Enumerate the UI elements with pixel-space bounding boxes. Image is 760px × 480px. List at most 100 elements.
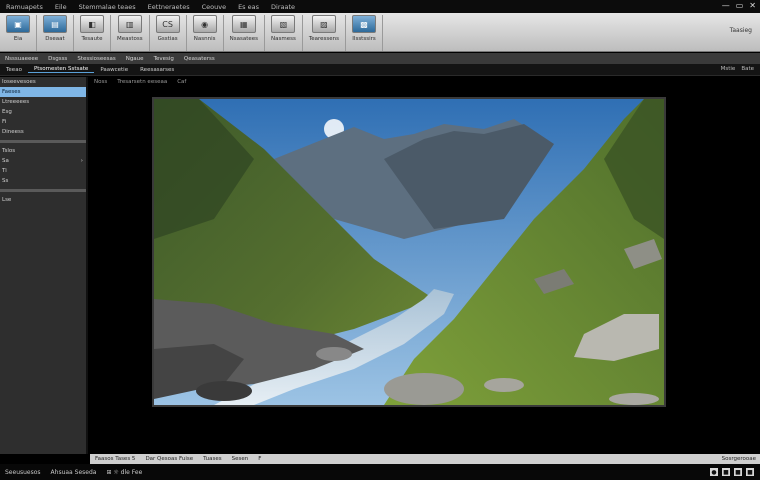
tab-active[interactable]: Ptsomesten Sstsate <box>27 66 95 73</box>
caption-item: Noss <box>94 79 108 85</box>
status-icon-2[interactable]: ■ <box>722 468 730 476</box>
panel-divider <box>0 189 86 192</box>
panel-row[interactable]: Ss <box>0 176 86 186</box>
menu-item-edit[interactable]: Eile <box>49 3 73 11</box>
ribbon-button-7[interactable]: ▦ <box>231 15 256 33</box>
timeline-bar: Faasos Tases 5 Dar Qesoas Fuise Tuases S… <box>90 454 760 464</box>
timeline-right-label: Sosrgerooae <box>721 456 756 462</box>
panel-row-label: Faeses <box>2 89 21 95</box>
ribbon-group: ◉ Nasnnis <box>187 15 224 51</box>
timeline-item[interactable]: Faasos Tases 5 <box>90 456 140 462</box>
timeline-item[interactable]: Dar Qesoas Fuise <box>140 456 198 462</box>
panel-row-label: Tslos <box>2 148 16 154</box>
panel-row[interactable]: Lse <box>0 195 86 205</box>
ribbon-button-1[interactable]: ▣ <box>6 15 30 33</box>
ribbon-group: ▣ Eia <box>0 15 37 51</box>
panel-row[interactable]: Ti <box>0 166 86 176</box>
option-item[interactable]: Tevesig <box>149 56 179 62</box>
ribbon-group: ◧ Tesaute <box>74 15 111 51</box>
status-item: Ahsuaa Seseda <box>50 468 97 476</box>
panel-row[interactable]: Sa › <box>0 156 86 166</box>
option-item[interactable]: Nsssuaeeee <box>0 56 43 62</box>
panel-row-label: Dineess <box>2 129 24 135</box>
menu-item-layer[interactable]: Ceouve <box>196 3 232 11</box>
panel-row-label: Sa <box>2 158 9 164</box>
document-tabs: Teeao Ptsomesten Sstsate Paawcetie Reesa… <box>0 64 760 76</box>
viewport-caption: Noss Tresarsetn eeseaa Caf <box>94 79 186 85</box>
ribbon-button-3[interactable]: ◧ <box>80 15 104 33</box>
panel-row[interactable]: Tslos <box>0 146 86 156</box>
option-item[interactable]: Dsgsss <box>43 56 72 62</box>
options-bar: Nsssuaeeee Dsgsss Stessioseesas Ngaue Te… <box>0 53 760 64</box>
tab-right-item[interactable]: Bate <box>741 66 754 72</box>
timeline-item[interactable]: Sesen <box>227 456 254 462</box>
ribbon-group: ▤ Dseaat <box>37 15 74 51</box>
ribbon-group: CS Gsstias <box>150 15 187 51</box>
panel-row-label: Ltreeeees <box>2 99 30 105</box>
timeline-item[interactable]: Tuases <box>198 456 227 462</box>
ribbon-label: Tesaute <box>81 36 103 42</box>
ribbon-group: ▦ Nsasatees <box>224 15 266 51</box>
status-icon-3[interactable]: ■ <box>734 468 742 476</box>
ribbon-label: Ilsstssirs <box>352 36 376 42</box>
panel-row[interactable]: Ioseevesoes <box>0 77 86 87</box>
tab-3[interactable]: Paawcetie <box>94 67 134 73</box>
chevron-right-icon[interactable]: › <box>81 158 83 164</box>
caption-item: Caf <box>177 79 187 85</box>
ribbon-label: Nasnnis <box>193 36 216 42</box>
status-item: Seeusuesos <box>5 468 41 476</box>
tab-right-item[interactable]: Mstie <box>721 66 736 72</box>
ribbon-toolbar: ▣ Eia ▤ Dseaat ◧ Tesaute ▥ Meastoss CS Gsstia… <box>0 13 760 52</box>
menu-item-file[interactable]: Ramuapets <box>0 3 49 11</box>
mountain-valley-photo <box>154 99 664 405</box>
minimize-icon[interactable]: — <box>722 1 730 10</box>
ribbon-button-9[interactable]: ▨ <box>311 15 336 33</box>
window-controls: — ▭ ✕ <box>722 1 756 10</box>
tab-right-controls: Mstie Bate <box>721 66 754 72</box>
ribbon-label: Eia <box>13 36 23 42</box>
menu-item-view[interactable]: Stemmalae teaes <box>73 3 142 11</box>
ribbon-label: Nsasatees <box>229 36 259 42</box>
panel-row-label: Ss <box>2 178 9 184</box>
ribbon-button-2[interactable]: ▤ <box>43 15 67 33</box>
ribbon-group: ▥ Meastoss <box>111 15 150 51</box>
tab-1[interactable]: Teeao <box>0 67 28 73</box>
panel-row[interactable]: Esg <box>0 107 86 117</box>
close-icon[interactable]: ✕ <box>749 1 756 10</box>
ribbon-group: ▧ Nasmess <box>265 15 303 51</box>
ribbon-button-5[interactable]: CS <box>155 15 180 33</box>
ribbon-button-6[interactable]: ◉ <box>192 15 217 33</box>
ribbon-button-4[interactable]: ▥ <box>117 15 142 33</box>
option-item[interactable]: Ngaue <box>121 56 149 62</box>
panel-row[interactable]: Fi <box>0 117 86 127</box>
ribbon-button-10[interactable]: ▩ <box>352 15 377 33</box>
ribbon-label: Nasmess <box>271 36 296 42</box>
status-icon-1[interactable]: ● <box>710 468 718 476</box>
menu-item-image[interactable]: Eettneraetes <box>142 3 196 11</box>
photo-canvas[interactable] <box>152 97 666 407</box>
panel-row[interactable]: Dineess <box>0 127 86 137</box>
maximize-icon[interactable]: ▭ <box>736 1 744 10</box>
status-right-icons: ● ■ ■ ■ <box>710 468 754 476</box>
image-viewport[interactable]: Noss Tresarsetn eeseaa Caf <box>90 77 760 454</box>
menu-bar: Ramuapets Eile Stemmalae teaes Eettnerae… <box>0 0 760 13</box>
left-panel: Ioseevesoes Faeses Ltreeeees Esg Fi Dine… <box>0 77 88 454</box>
timeline-item[interactable]: F <box>253 456 266 462</box>
status-icon-4[interactable]: ■ <box>746 468 754 476</box>
panel-row-label: Lse <box>2 197 12 203</box>
panel-divider <box>0 140 86 143</box>
ribbon-label: Meastoss <box>117 36 143 42</box>
ribbon-label: Dseaat <box>45 36 65 42</box>
panel-row[interactable]: Ltreeeees <box>0 97 86 107</box>
ribbon-button-8[interactable]: ▧ <box>271 15 296 33</box>
option-item[interactable]: Qeasaterss <box>179 56 220 62</box>
menu-item-tools[interactable]: Es eas <box>232 3 265 11</box>
panel-row-selected[interactable]: Faeses <box>0 87 86 97</box>
tab-4[interactable]: Reesasarses <box>134 67 180 73</box>
option-item[interactable]: Stessioseesas <box>72 56 120 62</box>
ribbon-group: ▨ Tearessens <box>303 15 347 51</box>
caption-item: Tresarsetn eeseaa <box>117 79 168 85</box>
status-item[interactable]: ⊞ ☼ dle Fee <box>101 469 147 476</box>
menu-item-help[interactable]: Diraate <box>265 3 301 11</box>
panel-row-label: Ti <box>2 168 7 174</box>
